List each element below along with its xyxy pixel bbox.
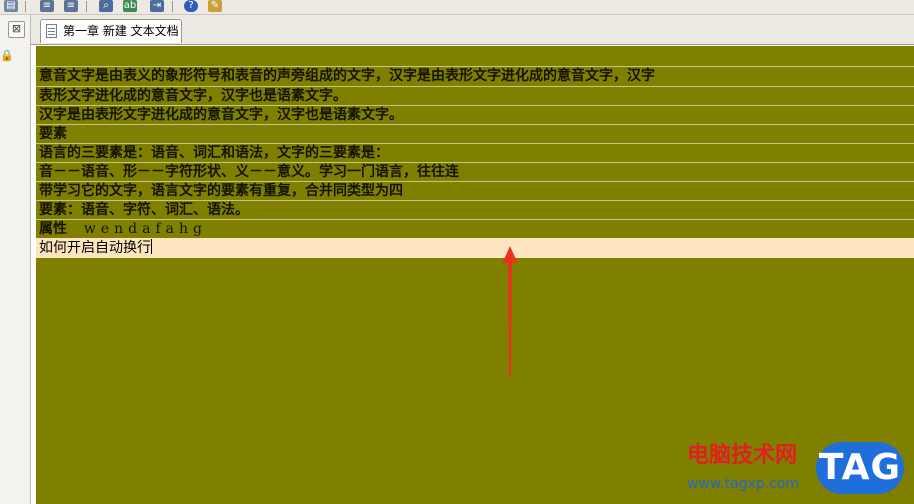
watermark: 电脑技术网 www.tagxp.com TAG [684,442,906,496]
current-line[interactable]: 如何开启自动换行 [36,238,914,258]
editor-line: 带学习它的文字，语言文字的要素有重复，合并同类型为四 [39,183,403,199]
toolbar-separator [25,1,26,12]
text-editor[interactable]: 意音文字是由表义的象形符号和表音的声旁组成的文字，汉字是由表形文字进化成的意音文… [36,46,914,504]
goto-icon[interactable]: ⇥ [150,0,164,12]
editor-line: 要素：语音、字符、词汇、语法。 [39,202,249,218]
editor-line: 音－－语音、形－－字符形状、义－－意义。学习一门语言，往往连 [39,164,459,180]
lock-icon: 🔒 [0,49,14,62]
tab-document[interactable]: 第一章 新建 文本文档 [40,19,182,43]
tab-strip: 第一章 新建 文本文档 [31,15,914,45]
editor-line: 汉字是由表形文字进化成的意音文字，汉字也是语素文字。 [39,107,403,123]
indent-icon[interactable]: ≡ [40,0,54,12]
help-icon[interactable]: ? [184,0,198,12]
text-file-icon [46,24,57,38]
annotation-arrow-icon [502,246,518,376]
attr-value: wendafahg [83,221,207,237]
editor-line: 语言的三要素是：语音、词汇和语法，文字的三要素是： [39,145,389,161]
toolbar-separator [86,1,87,12]
attr-label: 属性 [39,221,67,237]
tab-label: 第一章 新建 文本文档 [63,24,179,38]
close-panel-icon[interactable]: ⊠ [8,21,25,38]
current-line-text: 如何开启自动换行 [39,240,151,256]
text-caret [151,239,152,254]
toolbar: ▤ ≡ ≡ ⌕ ab ⇥ ? ✎ [0,0,914,15]
editor-line-attr: 属性 wendafahg [39,220,914,238]
watermark-logo: TAG [816,442,904,494]
find-icon[interactable]: ⌕ [99,0,113,12]
left-panel: ⊠ 🔒 [0,15,31,504]
document-icon[interactable]: ▤ [4,0,18,12]
outdent-icon[interactable]: ≡ [64,0,78,12]
notes-icon[interactable]: ✎ [208,0,222,12]
watermark-url: www.tagxp.com [687,476,799,492]
watermark-title: 电脑技术网 [687,443,798,468]
editor-line: 意音文字是由表义的象形符号和表音的声旁组成的文字，汉字是由表形文字进化成的意音文… [39,68,655,84]
replace-icon[interactable]: ab [123,0,137,12]
editor-line: 表形文字进化成的意音文字，汉字也是语素文字。 [39,88,347,104]
toolbar-separator [172,1,173,12]
editor-line: 要素 [39,126,67,142]
